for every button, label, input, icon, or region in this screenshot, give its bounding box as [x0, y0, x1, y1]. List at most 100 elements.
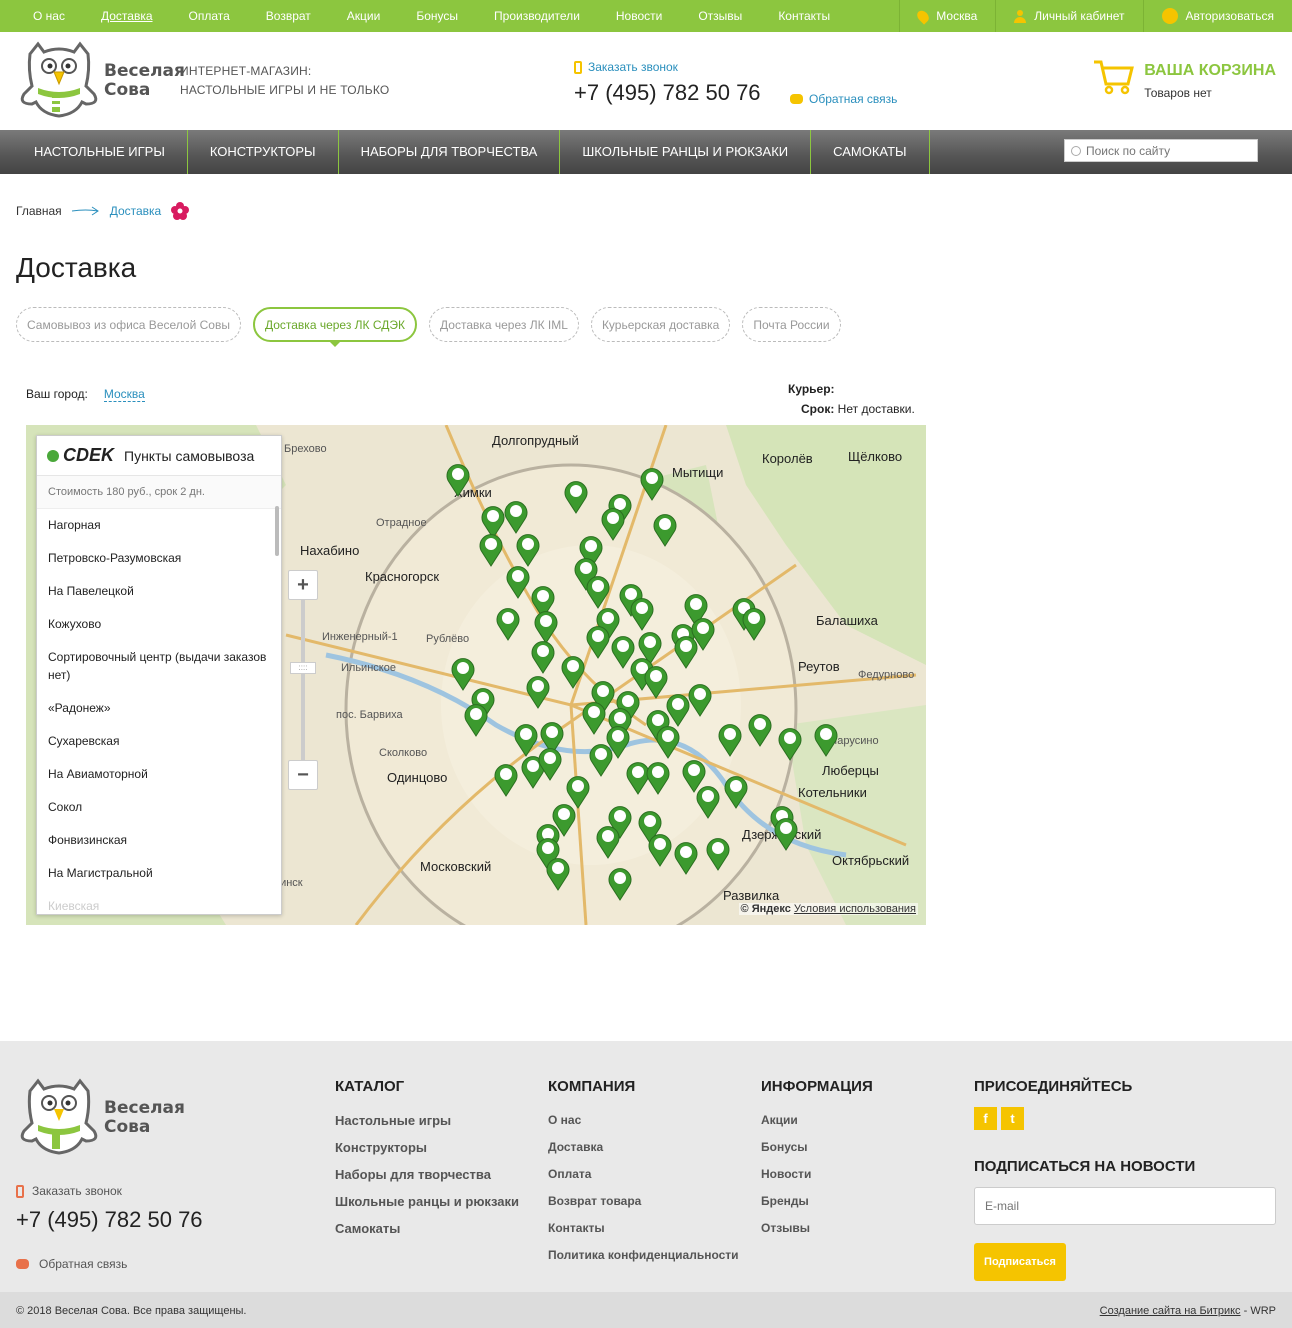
pickup-marker-icon[interactable]: [531, 640, 555, 674]
tab-office-pickup[interactable]: Самовывоз из офиса Веселой Совы: [16, 307, 241, 342]
tab-cdek[interactable]: Доставка через ЛК СДЭК: [252, 307, 418, 347]
pickup-marker-icon[interactable]: [742, 607, 766, 641]
top-nav-promos[interactable]: Акции: [329, 0, 399, 32]
footer-link[interactable]: Политика конфиденциальности: [548, 1242, 739, 1269]
top-nav-about[interactable]: О нас: [0, 0, 83, 32]
pickup-marker-icon[interactable]: [630, 597, 654, 631]
city-value-link[interactable]: Москва: [103, 387, 145, 402]
pickup-marker-icon[interactable]: [688, 683, 712, 717]
top-nav-return[interactable]: Возврат: [248, 0, 329, 32]
pickup-marker-icon[interactable]: [706, 837, 730, 871]
zoom-out-button[interactable]: −: [288, 760, 318, 790]
nav-school-bags[interactable]: ШКОЛЬНЫЕ РАНЦЫ И РЮКЗАКИ: [560, 130, 812, 174]
pickup-marker-icon[interactable]: [538, 747, 562, 781]
nav-constructors[interactable]: КОНСТРУКТОРЫ: [188, 130, 339, 174]
pickup-marker-icon[interactable]: [451, 657, 475, 691]
pickup-marker-icon[interactable]: [446, 463, 470, 497]
pickup-marker-icon[interactable]: [601, 507, 625, 541]
top-nav-reviews[interactable]: Отзывы: [680, 0, 760, 32]
pickup-marker-icon[interactable]: [546, 857, 570, 891]
pickup-marker-icon[interactable]: [464, 703, 488, 737]
pickup-marker-icon[interactable]: [561, 655, 585, 689]
email-field[interactable]: [974, 1187, 1276, 1225]
nav-board-games[interactable]: НАСТОЛЬНЫЕ ИГРЫ: [0, 130, 188, 174]
pickup-point-item[interactable]: Фонвизинская: [48, 824, 270, 857]
breadcrumb-home[interactable]: Главная: [16, 204, 62, 218]
pickup-point-item[interactable]: Сухаревская: [48, 725, 270, 758]
nav-scooters[interactable]: САМОКАТЫ: [811, 130, 930, 174]
login-link[interactable]: Авторизоваться: [1142, 0, 1292, 32]
search-icon[interactable]: [1071, 145, 1081, 156]
feedback-link[interactable]: Обратная связь: [790, 92, 897, 106]
tab-iml[interactable]: Доставка через ЛК IML: [429, 307, 579, 342]
pickup-marker-icon[interactable]: [589, 743, 613, 777]
footer-link[interactable]: Доставка: [548, 1134, 739, 1161]
pickup-point-item[interactable]: На Павелецкой: [48, 575, 270, 608]
footer-link[interactable]: Бренды: [761, 1188, 873, 1215]
pickup-marker-icon[interactable]: [774, 817, 798, 851]
pickup-marker-icon[interactable]: [526, 675, 550, 709]
pickup-marker-icon[interactable]: [748, 713, 772, 747]
subscribe-button[interactable]: Подписаться: [974, 1243, 1066, 1281]
pickup-marker-icon[interactable]: [496, 607, 520, 641]
pickup-marker-icon[interactable]: [640, 467, 664, 501]
footer-link[interactable]: Школьные ранцы и рюкзаки: [335, 1188, 519, 1215]
cart[interactable]: ВАША КОРЗИНА Товаров нет: [1092, 56, 1276, 100]
footer-link[interactable]: О нас: [548, 1107, 739, 1134]
pickup-marker-icon[interactable]: [564, 480, 588, 514]
pickup-point-item[interactable]: На Магистральной: [48, 857, 270, 890]
pickup-point-item[interactable]: Сокол: [48, 791, 270, 824]
zoom-slider-track[interactable]: [301, 600, 305, 760]
order-call-link[interactable]: Заказать звонок: [574, 60, 761, 74]
twitter-icon[interactable]: t: [1001, 1107, 1024, 1130]
footer-link[interactable]: Акции: [761, 1107, 873, 1134]
pickup-point-item[interactable]: Кожухово: [48, 608, 270, 641]
top-nav-news[interactable]: Новости: [598, 0, 680, 32]
top-nav-delivery[interactable]: Доставка: [83, 0, 171, 32]
map-terms-link[interactable]: Условия использования: [794, 903, 916, 915]
pickup-point-item[interactable]: На Авиамоторной: [48, 758, 270, 791]
pickup-point-item[interactable]: Нагорная: [48, 509, 270, 542]
footer-order-call[interactable]: Заказать звонок: [16, 1184, 122, 1198]
pickup-marker-icon[interactable]: [718, 723, 742, 757]
pickup-marker-icon[interactable]: [479, 533, 503, 567]
site-logo[interactable]: Веселая Сова: [16, 40, 185, 122]
pickup-marker-icon[interactable]: [534, 610, 558, 644]
pickup-marker-icon[interactable]: [582, 701, 606, 735]
footer-link[interactable]: Контакты: [548, 1215, 739, 1242]
pickup-marker-icon[interactable]: [586, 575, 610, 609]
footer-link[interactable]: Конструкторы: [335, 1134, 519, 1161]
breadcrumb-current[interactable]: Доставка: [110, 204, 162, 218]
footer-link[interactable]: Самокаты: [335, 1215, 519, 1242]
footer-link[interactable]: Отзывы: [761, 1215, 873, 1242]
search-input[interactable]: [1086, 143, 1246, 158]
footer-logo[interactable]: Веселая Сова: [16, 1077, 185, 1159]
zoom-in-button[interactable]: +: [288, 570, 318, 600]
footer-link[interactable]: Оплата: [548, 1161, 739, 1188]
pickup-marker-icon[interactable]: [586, 625, 610, 659]
pickup-marker-icon[interactable]: [814, 723, 838, 757]
tab-russian-post[interactable]: Почта России: [742, 307, 841, 342]
pickup-map[interactable]: Долгопрудный Химки Мытищи Королёв Щёлков…: [26, 425, 926, 925]
personal-cabinet-link[interactable]: Личный кабинет: [995, 0, 1142, 32]
credits-link[interactable]: Создание сайта на Битрикс: [1100, 1305, 1241, 1317]
footer-feedback[interactable]: Обратная связь: [16, 1257, 127, 1271]
footer-link[interactable]: Бонусы: [761, 1134, 873, 1161]
pickup-marker-icon[interactable]: [646, 761, 670, 795]
footer-link[interactable]: Новости: [761, 1161, 873, 1188]
footer-link[interactable]: Настольные игры: [335, 1107, 519, 1134]
footer-link[interactable]: Возврат товара: [548, 1188, 739, 1215]
top-nav-contacts[interactable]: Контакты: [760, 0, 848, 32]
pickup-marker-icon[interactable]: [778, 727, 802, 761]
pickup-marker-icon[interactable]: [724, 775, 748, 809]
pickup-marker-icon[interactable]: [648, 833, 672, 867]
nav-creativity-sets[interactable]: НАБОРЫ ДЛЯ ТВОРЧЕСТВА: [339, 130, 561, 174]
zoom-slider-thumb[interactable]: ::::: [290, 662, 316, 674]
top-nav-payment[interactable]: Оплата: [171, 0, 248, 32]
pickup-marker-icon[interactable]: [608, 867, 632, 901]
pickup-point-item[interactable]: Киевская: [48, 890, 270, 914]
top-nav-bonuses[interactable]: Бонусы: [398, 0, 476, 32]
pickup-marker-icon[interactable]: [674, 635, 698, 669]
pickup-marker-icon[interactable]: [656, 725, 680, 759]
pickup-marker-icon[interactable]: [506, 565, 530, 599]
